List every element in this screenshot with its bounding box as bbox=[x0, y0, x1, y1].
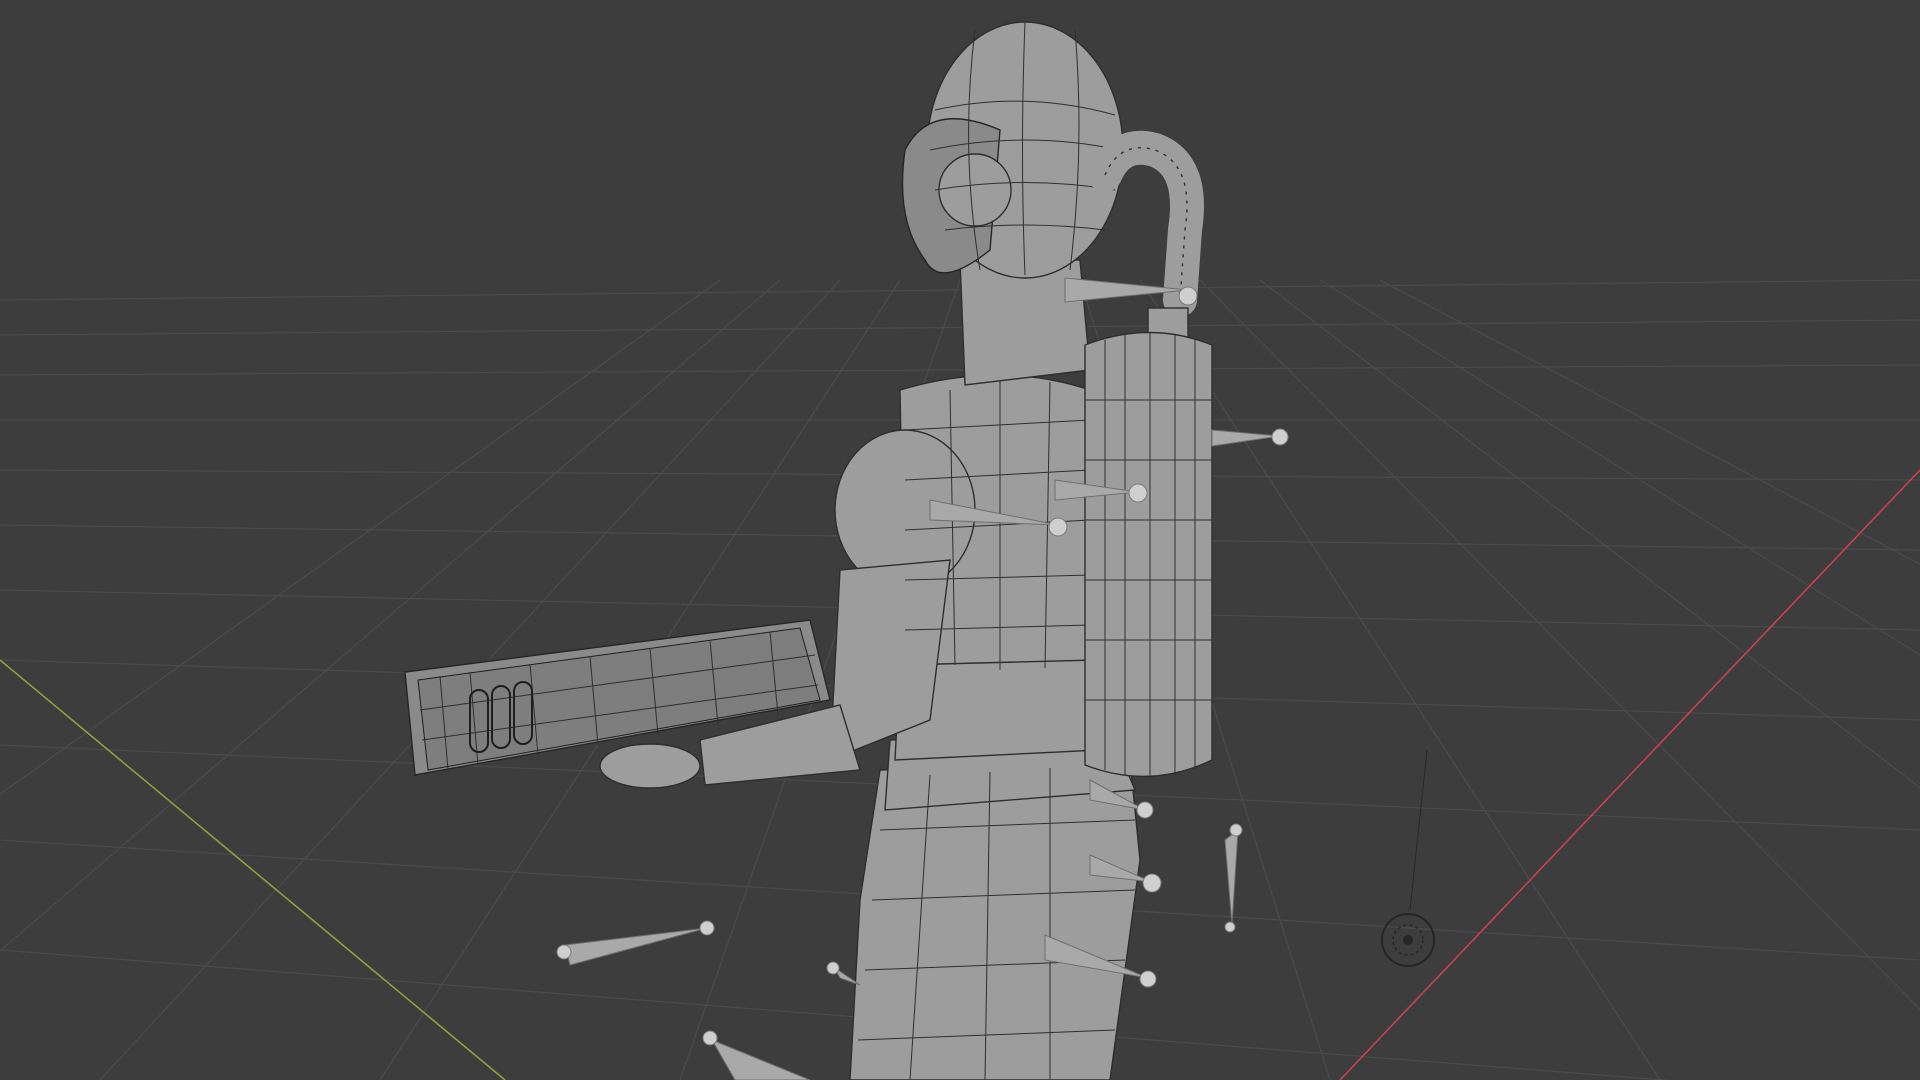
breathing-hose[interactable] bbox=[1088, 130, 1204, 317]
light-icon[interactable] bbox=[1381, 913, 1435, 967]
3d-viewport[interactable] bbox=[0, 0, 1920, 1080]
oxygen-tank[interactable] bbox=[1084, 307, 1213, 778]
x-axis-line bbox=[1339, 469, 1920, 1080]
viewport-canvas[interactable] bbox=[0, 0, 1920, 1080]
character-mesh[interactable] bbox=[599, 21, 1141, 1080]
light-empty[interactable] bbox=[1381, 749, 1435, 967]
